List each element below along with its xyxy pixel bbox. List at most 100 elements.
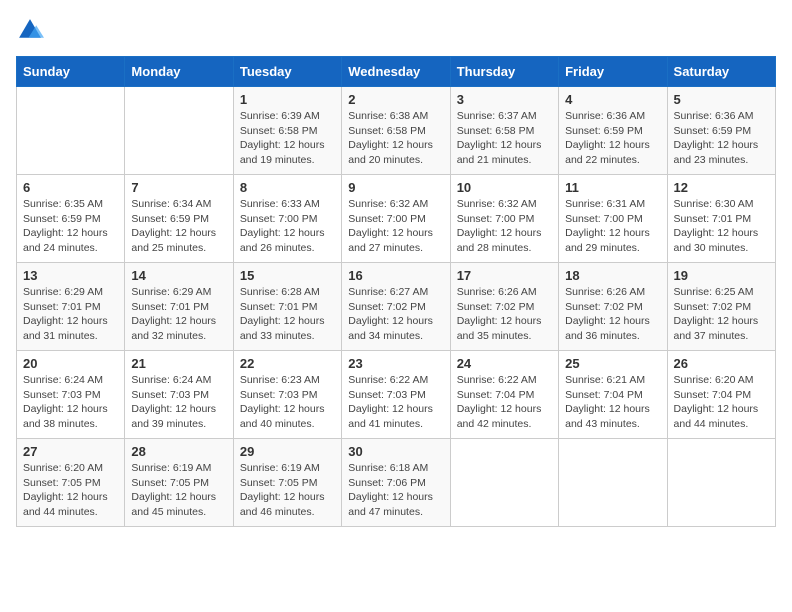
calendar-cell: 26 Sunrise: 6:20 AM Sunset: 7:04 PM Dayli… xyxy=(667,351,775,439)
weekday-header-saturday: Saturday xyxy=(667,57,775,87)
day-info: Sunrise: 6:32 AM Sunset: 7:00 PM Dayligh… xyxy=(348,197,443,256)
day-info: Sunrise: 6:31 AM Sunset: 7:00 PM Dayligh… xyxy=(565,197,660,256)
calendar-table: SundayMondayTuesdayWednesdayThursdayFrid… xyxy=(16,56,776,527)
calendar-cell: 22 Sunrise: 6:23 AM Sunset: 7:03 PM Dayli… xyxy=(233,351,341,439)
calendar-cell xyxy=(559,439,667,527)
day-info: Sunrise: 6:22 AM Sunset: 7:03 PM Dayligh… xyxy=(348,373,443,432)
calendar-cell xyxy=(17,87,125,175)
calendar-cell: 15Sunrise: 6:28 AM Sunset: 7:01 PM Dayli… xyxy=(233,263,341,351)
day-info: Sunrise: 6:24 AM Sunset: 7:03 PM Dayligh… xyxy=(23,373,118,432)
calendar-cell: 29 Sunrise: 6:19 AM Sunset: 7:05 PM Dayli… xyxy=(233,439,341,527)
day-number: 26 xyxy=(674,356,769,371)
calendar-cell: 1 Sunrise: 6:39 AM Sunset: 6:58 PM Daylig… xyxy=(233,87,341,175)
page-header xyxy=(16,16,776,44)
day-info: Sunrise: 6:36 AM Sunset: 6:59 PM Dayligh… xyxy=(674,109,769,168)
day-info: Sunrise: 6:20 AM Sunset: 7:04 PM Dayligh… xyxy=(674,373,769,432)
weekday-header-monday: Monday xyxy=(125,57,233,87)
day-info: Sunrise: 6:30 AM Sunset: 7:01 PM Dayligh… xyxy=(674,197,769,256)
calendar-cell: 18 Sunrise: 6:26 AM Sunset: 7:02 PM Dayli… xyxy=(559,263,667,351)
day-info: Sunrise: 6:38 AM Sunset: 6:58 PM Dayligh… xyxy=(348,109,443,168)
day-info: Sunrise: 6:36 AM Sunset: 6:59 PM Dayligh… xyxy=(565,109,660,168)
day-number: 10 xyxy=(457,180,552,195)
day-info: Sunrise: 6:23 AM Sunset: 7:03 PM Dayligh… xyxy=(240,373,335,432)
day-info: Sunrise: 6:22 AM Sunset: 7:04 PM Dayligh… xyxy=(457,373,552,432)
calendar-cell: 21Sunrise: 6:24 AM Sunset: 7:03 PM Dayli… xyxy=(125,351,233,439)
day-info: Sunrise: 6:34 AM Sunset: 6:59 PM Dayligh… xyxy=(131,197,226,256)
weekday-header-thursday: Thursday xyxy=(450,57,558,87)
day-number: 13 xyxy=(23,268,118,283)
day-info: Sunrise: 6:39 AM Sunset: 6:58 PM Dayligh… xyxy=(240,109,335,168)
day-info: Sunrise: 6:32 AM Sunset: 7:00 PM Dayligh… xyxy=(457,197,552,256)
calendar-cell: 4 Sunrise: 6:36 AM Sunset: 6:59 PM Daylig… xyxy=(559,87,667,175)
day-info: Sunrise: 6:26 AM Sunset: 7:02 PM Dayligh… xyxy=(565,285,660,344)
day-number: 23 xyxy=(348,356,443,371)
day-info: Sunrise: 6:25 AM Sunset: 7:02 PM Dayligh… xyxy=(674,285,769,344)
day-number: 20 xyxy=(23,356,118,371)
calendar-cell: 27Sunrise: 6:20 AM Sunset: 7:05 PM Dayli… xyxy=(17,439,125,527)
calendar-week-row: 20 Sunrise: 6:24 AM Sunset: 7:03 PM Dayli… xyxy=(17,351,776,439)
calendar-week-row: 6Sunrise: 6:35 AM Sunset: 6:59 PM Daylig… xyxy=(17,175,776,263)
calendar-cell: 20 Sunrise: 6:24 AM Sunset: 7:03 PM Dayli… xyxy=(17,351,125,439)
calendar-cell: 3Sunrise: 6:37 AM Sunset: 6:58 PM Daylig… xyxy=(450,87,558,175)
day-info: Sunrise: 6:26 AM Sunset: 7:02 PM Dayligh… xyxy=(457,285,552,344)
day-number: 9 xyxy=(348,180,443,195)
weekday-header-row: SundayMondayTuesdayWednesdayThursdayFrid… xyxy=(17,57,776,87)
calendar-week-row: 1 Sunrise: 6:39 AM Sunset: 6:58 PM Daylig… xyxy=(17,87,776,175)
weekday-header-friday: Friday xyxy=(559,57,667,87)
calendar-cell: 17 Sunrise: 6:26 AM Sunset: 7:02 PM Dayli… xyxy=(450,263,558,351)
calendar-cell: 5 Sunrise: 6:36 AM Sunset: 6:59 PM Daylig… xyxy=(667,87,775,175)
calendar-cell: 25 Sunrise: 6:21 AM Sunset: 7:04 PM Dayli… xyxy=(559,351,667,439)
calendar-cell: 12 Sunrise: 6:30 AM Sunset: 7:01 PM Dayli… xyxy=(667,175,775,263)
calendar-cell: 19Sunrise: 6:25 AM Sunset: 7:02 PM Dayli… xyxy=(667,263,775,351)
day-number: 17 xyxy=(457,268,552,283)
day-number: 22 xyxy=(240,356,335,371)
day-number: 14 xyxy=(131,268,226,283)
day-number: 8 xyxy=(240,180,335,195)
logo-icon xyxy=(16,16,44,44)
day-number: 27 xyxy=(23,444,118,459)
day-number: 2 xyxy=(348,92,443,107)
day-info: Sunrise: 6:21 AM Sunset: 7:04 PM Dayligh… xyxy=(565,373,660,432)
calendar-week-row: 27Sunrise: 6:20 AM Sunset: 7:05 PM Dayli… xyxy=(17,439,776,527)
day-number: 24 xyxy=(457,356,552,371)
day-number: 18 xyxy=(565,268,660,283)
day-number: 21 xyxy=(131,356,226,371)
day-number: 25 xyxy=(565,356,660,371)
calendar-cell xyxy=(667,439,775,527)
calendar-cell: 24 Sunrise: 6:22 AM Sunset: 7:04 PM Dayli… xyxy=(450,351,558,439)
day-info: Sunrise: 6:19 AM Sunset: 7:05 PM Dayligh… xyxy=(240,461,335,520)
day-number: 15 xyxy=(240,268,335,283)
day-number: 30 xyxy=(348,444,443,459)
day-number: 1 xyxy=(240,92,335,107)
calendar-cell: 28 Sunrise: 6:19 AM Sunset: 7:05 PM Dayli… xyxy=(125,439,233,527)
day-number: 29 xyxy=(240,444,335,459)
calendar-cell: 10 Sunrise: 6:32 AM Sunset: 7:00 PM Dayli… xyxy=(450,175,558,263)
calendar-cell: 9 Sunrise: 6:32 AM Sunset: 7:00 PM Daylig… xyxy=(342,175,450,263)
day-info: Sunrise: 6:35 AM Sunset: 6:59 PM Dayligh… xyxy=(23,197,118,256)
calendar-cell: 6Sunrise: 6:35 AM Sunset: 6:59 PM Daylig… xyxy=(17,175,125,263)
calendar-cell: 23 Sunrise: 6:22 AM Sunset: 7:03 PM Dayli… xyxy=(342,351,450,439)
day-number: 28 xyxy=(131,444,226,459)
calendar-cell: 2 Sunrise: 6:38 AM Sunset: 6:58 PM Daylig… xyxy=(342,87,450,175)
day-info: Sunrise: 6:18 AM Sunset: 7:06 PM Dayligh… xyxy=(348,461,443,520)
day-number: 5 xyxy=(674,92,769,107)
weekday-header-sunday: Sunday xyxy=(17,57,125,87)
logo xyxy=(16,16,48,44)
day-info: Sunrise: 6:29 AM Sunset: 7:01 PM Dayligh… xyxy=(131,285,226,344)
day-number: 11 xyxy=(565,180,660,195)
calendar-cell: 30 Sunrise: 6:18 AM Sunset: 7:06 PM Dayli… xyxy=(342,439,450,527)
calendar-cell: 14 Sunrise: 6:29 AM Sunset: 7:01 PM Dayli… xyxy=(125,263,233,351)
calendar-cell: 13Sunrise: 6:29 AM Sunset: 7:01 PM Dayli… xyxy=(17,263,125,351)
day-info: Sunrise: 6:27 AM Sunset: 7:02 PM Dayligh… xyxy=(348,285,443,344)
day-number: 3 xyxy=(457,92,552,107)
calendar-cell: 11 Sunrise: 6:31 AM Sunset: 7:00 PM Dayli… xyxy=(559,175,667,263)
calendar-cell xyxy=(125,87,233,175)
day-number: 12 xyxy=(674,180,769,195)
day-info: Sunrise: 6:19 AM Sunset: 7:05 PM Dayligh… xyxy=(131,461,226,520)
calendar-week-row: 13 Sunrise: 6:29 AM Sunset: 7:01 PM Dayli… xyxy=(17,263,776,351)
day-number: 7 xyxy=(131,180,226,195)
calendar-cell: 16 Sunrise: 6:27 AM Sunset: 7:02 PM Dayli… xyxy=(342,263,450,351)
calendar-cell: 7 Sunrise: 6:34 AM Sunset: 6:59 PM Daylig… xyxy=(125,175,233,263)
day-number: 4 xyxy=(565,92,660,107)
day-number: 16 xyxy=(348,268,443,283)
